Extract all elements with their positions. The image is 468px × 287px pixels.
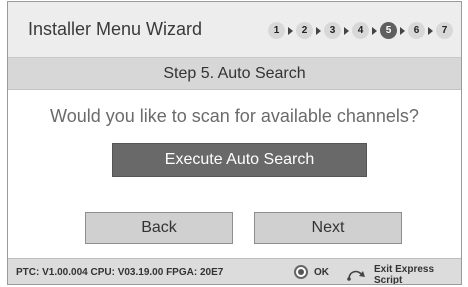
step-arrow-icon (344, 26, 349, 35)
next-button[interactable]: Next (254, 212, 402, 244)
execute-auto-search-button[interactable]: Execute Auto Search (112, 143, 367, 177)
ok-label: OK (314, 266, 329, 278)
step-6: 6 (408, 22, 425, 39)
exit-hint: Exit Express Script (346, 264, 461, 285)
step-4: 4 (352, 22, 369, 39)
step-arrow-icon (428, 26, 433, 35)
step-7: 7 (436, 22, 453, 39)
exit-label: Exit Express Script (374, 264, 435, 285)
step-arrow-icon (400, 26, 405, 35)
step-2: 2 (296, 22, 313, 39)
scan-question: Would you like to scan for available cha… (50, 106, 419, 126)
step-5-current: 5 (380, 22, 397, 39)
step-banner: Step 5. Auto Search (8, 58, 461, 90)
step-3: 3 (324, 22, 341, 39)
status-footer: PTC: V1.00.004 CPU: V03.19.00 FPGA: 20E7… (8, 258, 461, 285)
return-icon (346, 267, 368, 284)
wizard-title: Installer Menu Wizard (28, 19, 203, 39)
installer-wizard-window: Installer Menu Wizard 1 2 3 4 5 6 7 Step… (7, 1, 462, 285)
ok-button-icon (294, 265, 308, 279)
ok-hint: OK (294, 265, 329, 279)
wizard-header: Installer Menu Wizard 1 2 3 4 5 6 7 (8, 2, 461, 58)
version-info: PTC: V1.00.004 CPU: V03.19.00 FPGA: 20E7 (16, 267, 224, 278)
back-button[interactable]: Back (85, 212, 233, 244)
step-arrow-icon (316, 26, 321, 35)
step-1: 1 (268, 22, 285, 39)
step-indicator: 1 2 3 4 5 6 7 (268, 22, 453, 39)
step-arrow-icon (372, 26, 377, 35)
step-arrow-icon (288, 26, 293, 35)
